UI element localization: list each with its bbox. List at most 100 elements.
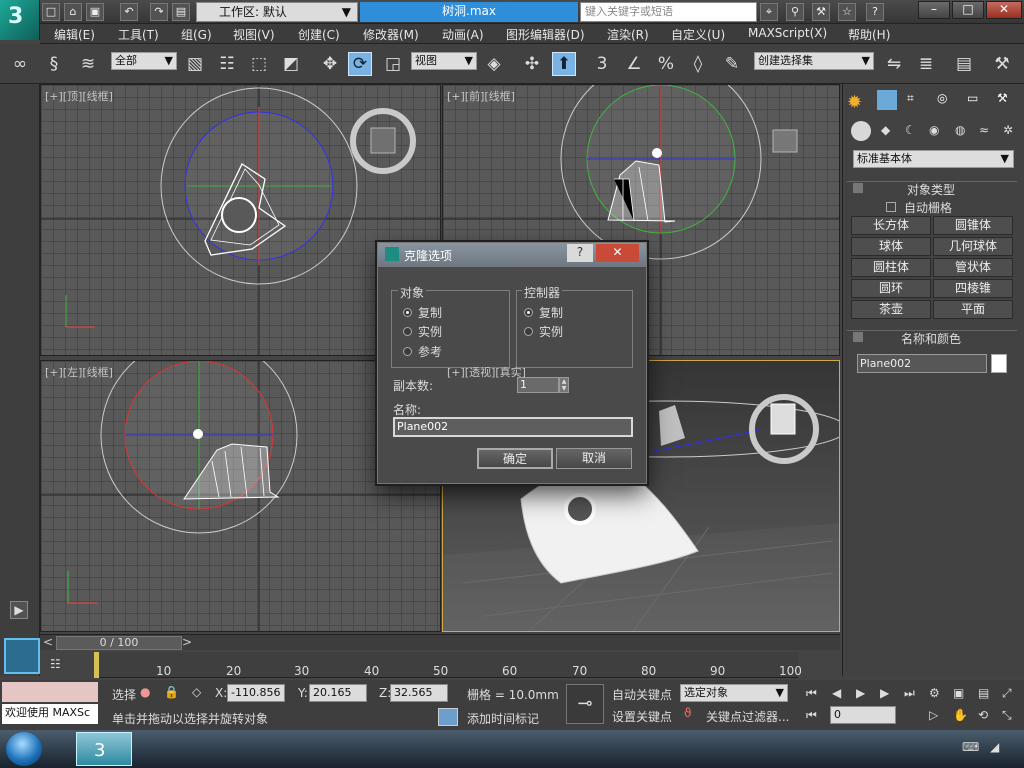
maxscript-mini-listener[interactable]: 欢迎使用 MAXSc bbox=[2, 704, 98, 724]
viewport-layout-icon[interactable] bbox=[4, 638, 40, 674]
name-color-collapse-icon[interactable] bbox=[853, 332, 863, 342]
taskbar-3dsmax-app[interactable]: 3 bbox=[76, 732, 132, 766]
create-tab-icon[interactable]: ✹ bbox=[847, 92, 862, 113]
spinner-snap-icon[interactable]: ◊ bbox=[686, 52, 710, 76]
hierarchy-tab-icon[interactable]: ⌗ bbox=[907, 91, 914, 106]
space-warps-category-icon[interactable]: ≈ bbox=[979, 123, 989, 137]
zoom-extents-icon[interactable]: ▣ bbox=[953, 686, 964, 700]
key-mode-toggle-icon[interactable]: ⏮ bbox=[806, 708, 817, 723]
cylinder-button[interactable]: 圆柱体 bbox=[851, 258, 931, 277]
object-color-swatch[interactable] bbox=[991, 354, 1007, 373]
orbit-icon[interactable]: ⟲ bbox=[978, 708, 988, 722]
controller-instance-radio[interactable] bbox=[524, 327, 533, 336]
rectangular-selection-icon[interactable]: ⬚ bbox=[247, 52, 271, 76]
new-file-icon[interactable]: □ bbox=[42, 3, 60, 21]
select-by-name-icon[interactable]: ☷ bbox=[215, 52, 239, 76]
z-coordinate-field[interactable]: 32.565 bbox=[390, 684, 448, 702]
object-name-input[interactable]: Plane002 bbox=[857, 354, 987, 373]
field-of-view-icon[interactable]: ▷ bbox=[929, 708, 938, 722]
time-next-arrow[interactable]: > bbox=[182, 635, 194, 650]
cancel-button[interactable]: 取消 bbox=[556, 448, 632, 469]
y-coordinate-field[interactable]: 20.165 bbox=[309, 684, 367, 702]
min-max-toggle-icon[interactable]: ⤡ bbox=[1002, 708, 1012, 723]
cone-button[interactable]: 圆锥体 bbox=[933, 216, 1013, 235]
add-time-tag-button[interactable]: 添加时间标记 bbox=[467, 710, 539, 727]
maxscript-listener-pink[interactable] bbox=[2, 682, 98, 702]
select-object-icon[interactable]: ▧ bbox=[183, 52, 207, 76]
dialog-close-button[interactable]: ✕ bbox=[596, 244, 639, 262]
selected-object-select[interactable]: 选定对象 ▼ bbox=[680, 684, 788, 702]
object-type-collapse-icon[interactable] bbox=[853, 183, 863, 193]
app-logo[interactable]: 3 bbox=[0, 0, 40, 40]
object-copy-radio[interactable] bbox=[403, 308, 412, 317]
named-selection-set-select[interactable]: 创建选择集 ▼ bbox=[754, 52, 874, 70]
close-window-button[interactable]: ✕ bbox=[986, 1, 1022, 19]
favorites-star-icon[interactable]: ☆ bbox=[838, 3, 856, 21]
menu-customize[interactable]: 自定义(U) bbox=[671, 26, 725, 43]
go-to-end-icon[interactable]: ⏭ bbox=[904, 686, 915, 701]
time-configuration-icon[interactable]: ⚙ bbox=[929, 686, 940, 700]
selection-lock-icon[interactable]: 🔒 bbox=[164, 685, 179, 699]
track-view-icon[interactable]: ☷ bbox=[50, 657, 74, 674]
modify-tab-icon[interactable] bbox=[877, 90, 897, 110]
geometry-category-icon[interactable] bbox=[851, 121, 871, 141]
reference-coordinate-system-select[interactable]: 视图 ▼ bbox=[411, 52, 477, 70]
percent-snap-icon[interactable]: % bbox=[654, 52, 678, 76]
helpers-category-icon[interactable]: ◍ bbox=[955, 123, 965, 137]
box-button[interactable]: 长方体 bbox=[851, 216, 931, 235]
edit-named-selection-icon[interactable]: ✎ bbox=[720, 52, 744, 76]
bind-space-warp-icon[interactable]: ≋ bbox=[76, 52, 100, 76]
open-folder-icon[interactable]: ⌂ bbox=[64, 3, 82, 21]
utilities-tab-icon[interactable]: ⚒ bbox=[997, 91, 1008, 105]
keyword-search-input[interactable]: 键入关键字或短语 bbox=[580, 2, 757, 22]
set-key-button[interactable]: 设置关键点 bbox=[612, 708, 672, 725]
select-move-icon[interactable]: ✥ bbox=[318, 52, 342, 76]
redo-icon[interactable]: ↷ bbox=[150, 3, 168, 21]
systems-category-icon[interactable]: ✲ bbox=[1003, 123, 1013, 137]
object-reference-radio[interactable] bbox=[403, 347, 412, 356]
time-tag-icon[interactable] bbox=[438, 708, 458, 726]
torus-button[interactable]: 圆环 bbox=[851, 279, 931, 298]
top-viewport-label[interactable]: [+][顶][线框] bbox=[45, 88, 113, 104]
x-coordinate-field[interactable]: -110.856 bbox=[227, 684, 285, 702]
zoom-all-icon[interactable]: ▤ bbox=[978, 686, 989, 700]
layer-manager-icon[interactable]: ▤ bbox=[952, 52, 976, 76]
motion-tab-icon[interactable]: ◎ bbox=[937, 91, 947, 105]
menu-edit[interactable]: 编辑(E) bbox=[54, 26, 95, 43]
lights-category-icon[interactable]: ☾ bbox=[905, 123, 916, 137]
pyramid-button[interactable]: 四棱锥 bbox=[933, 279, 1013, 298]
maximize-viewport-icon[interactable]: ⤢ bbox=[1002, 686, 1012, 701]
auto-key-button[interactable]: 自动关键点 bbox=[612, 686, 672, 703]
menu-graph-editors[interactable]: 图形编辑器(D) bbox=[506, 26, 585, 43]
menu-tools[interactable]: 工具(T) bbox=[118, 26, 159, 43]
keyboard-shortcut-override-icon[interactable]: ⬆ bbox=[552, 52, 576, 76]
select-rotate-icon[interactable]: ⟳ bbox=[348, 52, 372, 76]
windows-start-button[interactable] bbox=[6, 732, 42, 766]
file-name-tab[interactable]: 树洞.max bbox=[360, 2, 578, 22]
cameras-category-icon[interactable]: ◉ bbox=[929, 123, 939, 137]
hold-icon[interactable]: ▤ bbox=[172, 3, 190, 21]
mirror-icon[interactable]: ⇋ bbox=[882, 52, 906, 76]
object-instance-radio[interactable] bbox=[403, 327, 412, 336]
graphite-tools-icon[interactable]: ⚒ bbox=[990, 52, 1014, 76]
menu-view[interactable]: 视图(V) bbox=[233, 26, 275, 43]
controller-copy-radio[interactable] bbox=[524, 308, 533, 317]
menu-animation[interactable]: 动画(A) bbox=[442, 26, 484, 43]
menu-group[interactable]: 组(G) bbox=[181, 26, 212, 43]
menu-maxscript[interactable]: MAXScript(X) bbox=[748, 26, 827, 40]
link-icon[interactable]: ∞ bbox=[8, 52, 32, 76]
snap-toggle-icon[interactable]: 3 bbox=[590, 52, 614, 76]
tube-button[interactable]: 管状体 bbox=[933, 258, 1013, 277]
menu-modifiers[interactable]: 修改器(M) bbox=[363, 26, 419, 43]
isolate-selection-icon[interactable]: ● bbox=[140, 685, 150, 699]
selection-filter-select[interactable]: 全部 ▼ bbox=[111, 52, 177, 70]
time-prev-arrow[interactable]: < bbox=[43, 635, 55, 650]
sphere-button[interactable]: 球体 bbox=[851, 237, 931, 256]
dialog-help-button[interactable]: ? bbox=[567, 244, 593, 262]
angle-snap-icon[interactable]: ∠ bbox=[622, 52, 646, 76]
align-icon[interactable]: ≣ bbox=[914, 52, 938, 76]
wrench-icon[interactable]: ⚒ bbox=[812, 3, 830, 21]
teapot-button[interactable]: 茶壶 bbox=[851, 300, 931, 319]
copies-spinner-arrows[interactable]: ▲ ▼ bbox=[559, 377, 569, 393]
window-crossing-icon[interactable]: ◩ bbox=[279, 52, 303, 76]
